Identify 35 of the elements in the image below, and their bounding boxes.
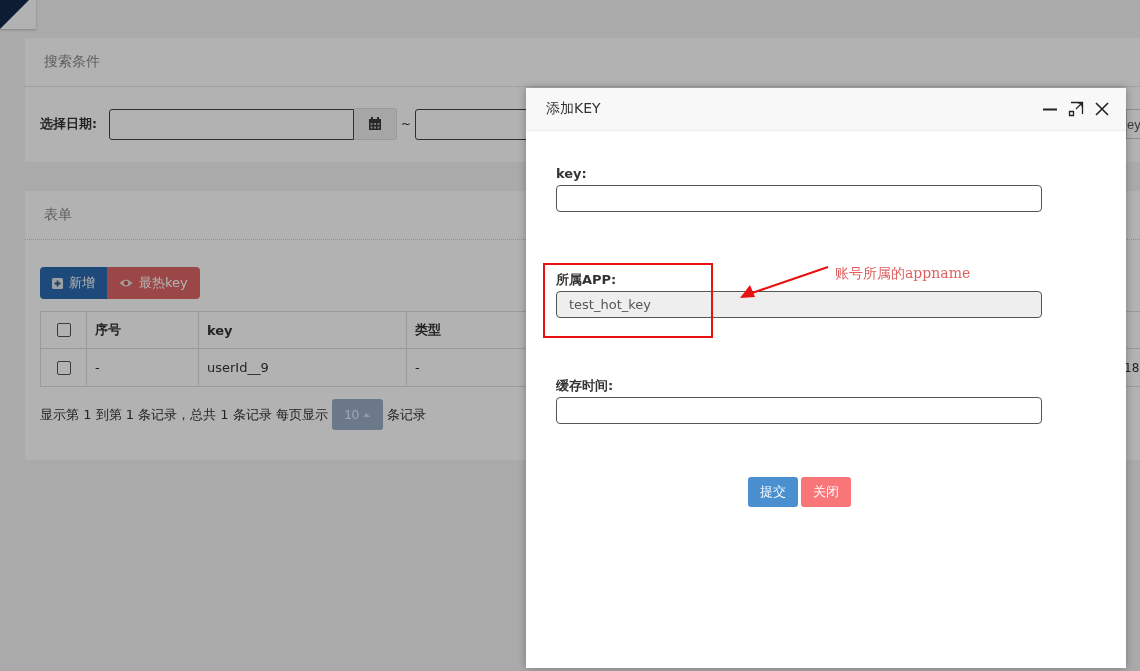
calendar-icon <box>368 117 382 131</box>
close-icon[interactable] <box>1094 101 1110 117</box>
column-header: key <box>198 312 406 348</box>
caret-icon <box>363 412 370 417</box>
search-button[interactable]: ey <box>1126 109 1140 139</box>
dialog-title: 添加KEY <box>546 100 602 118</box>
table-cell: - <box>86 349 198 386</box>
dialog-button[interactable]: 关闭 <box>800 477 851 507</box>
input-field[interactable] <box>556 185 1042 212</box>
input-field[interactable] <box>556 397 1042 424</box>
field-label: key: <box>556 169 587 179</box>
table-cell: userId__9 <box>198 349 406 386</box>
date-field[interactable] <box>109 108 354 140</box>
panel-title: 搜索条件 <box>44 53 100 71</box>
annotation-text: 账号所属的appname <box>835 265 971 283</box>
calendar-button[interactable] <box>354 108 397 140</box>
field-label: 所属APP: <box>556 275 617 285</box>
range-separator: ~ <box>399 117 413 131</box>
checkbox[interactable] <box>56 360 71 375</box>
eye-icon <box>119 278 133 288</box>
column-header: 序号 <box>86 312 198 348</box>
toolbar-button[interactable]: 新增 <box>40 267 107 299</box>
checkbox[interactable] <box>56 323 71 337</box>
plus-square-icon <box>52 277 63 289</box>
maximize-icon[interactable] <box>1068 101 1084 117</box>
table-cell-text: 18 <box>1124 359 1140 377</box>
field-label: 缓存时间: <box>556 381 614 391</box>
arrow-icon <box>738 266 830 300</box>
panel-title: 表单 <box>44 206 72 224</box>
dialog-button[interactable]: 提交 <box>747 477 798 507</box>
toolbar-button[interactable]: 最热key <box>107 267 200 299</box>
page-size-dropdown[interactable]: 10 <box>331 399 383 430</box>
pagination-suffix: 条记录 <box>386 405 426 424</box>
date-label: 选择日期: <box>40 115 98 133</box>
pagination-info: 显示第 1 到第 1 条记录，总共 1 条记录 每页显示 <box>40 405 328 424</box>
